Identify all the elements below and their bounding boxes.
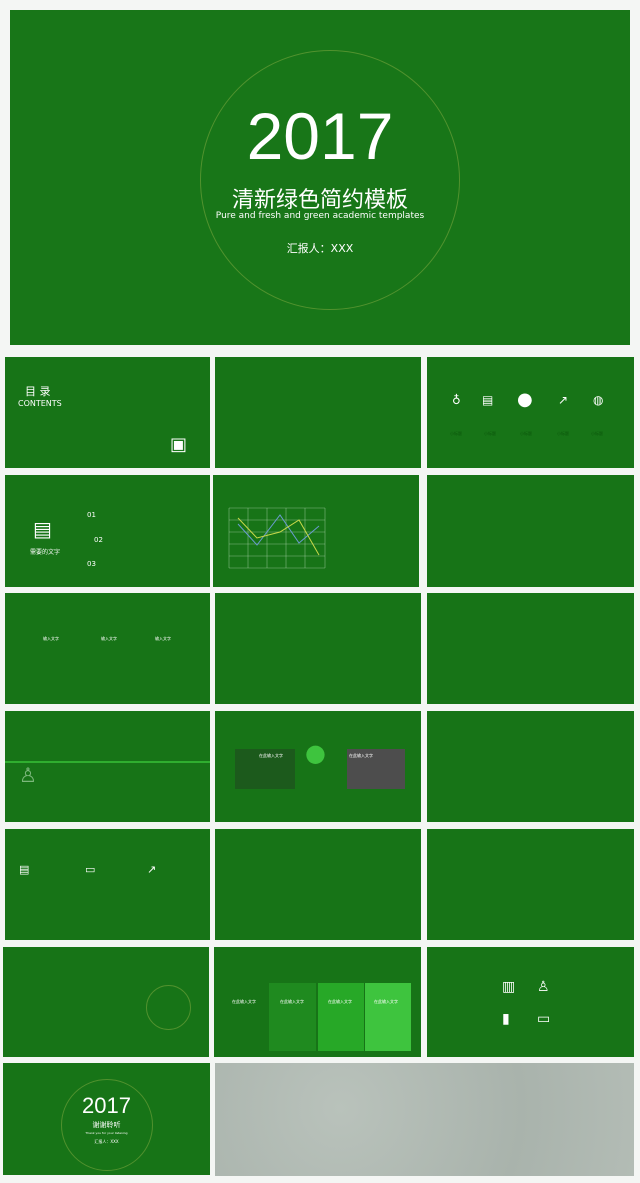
presenter-icon: ♙ xyxy=(537,979,550,995)
box-header: 输入文字 xyxy=(101,636,117,641)
table-column xyxy=(365,983,411,1051)
globe-icon: ◍ xyxy=(593,393,604,407)
computer-icon: ▭ xyxy=(537,1011,551,1027)
slide-three-icons[interactable]: ▤ ▭ ↗ xyxy=(5,829,210,940)
table-column xyxy=(269,983,316,1051)
texture-background xyxy=(215,1063,634,1176)
chart-up-icon: ↗ xyxy=(147,863,157,876)
panel-title: 在此输入文字 xyxy=(349,753,373,758)
icon-label: 小标题 xyxy=(591,431,603,436)
end-reporter: 汇报人：XXX xyxy=(94,1139,119,1144)
number: 01 xyxy=(87,511,96,519)
number: 02 xyxy=(94,536,103,544)
cover-year: 2017 xyxy=(246,99,394,173)
slide-section-1[interactable] xyxy=(215,357,421,468)
decorative-circle xyxy=(146,985,191,1030)
medal-icon: ♁ xyxy=(452,393,461,407)
slide-icons[interactable]: ♁ ▤ ● ↗ ◍ 小标题 小标题 小标题 小标题 小标题 xyxy=(427,357,634,468)
book-search-icon: ▤ xyxy=(482,393,494,407)
cover-title: 清新绿色简约模板 xyxy=(231,188,408,213)
book-search-icon: ▤ xyxy=(33,517,52,541)
column-header: 在此输入文字 xyxy=(374,999,398,1004)
presenter-icon: ♙ xyxy=(19,763,37,787)
icon-label: 小标题 xyxy=(557,431,569,436)
buildings-icon: ▥ xyxy=(502,979,516,995)
slide-line-chart[interactable] xyxy=(213,475,419,587)
slide-bulb[interactable]: 在此输入文字 在此输入文字 ● xyxy=(215,711,421,822)
slide-branches[interactable] xyxy=(215,593,421,704)
line-chart-graphic xyxy=(228,507,326,569)
number: 03 xyxy=(87,560,96,568)
person-icon: ● xyxy=(517,389,533,410)
icon-label: 小标题 xyxy=(520,431,532,436)
slide-numbered-list[interactable] xyxy=(3,947,209,1057)
slide-timeline[interactable]: ♙ xyxy=(5,711,210,822)
icon-label: 小标题 xyxy=(450,431,462,436)
column-header: 在此输入文字 xyxy=(232,999,256,1004)
slide-section-3[interactable] xyxy=(427,593,634,704)
cover-subtitle: Pure and fresh and green academic templa… xyxy=(215,211,425,221)
box-header: 输入文字 xyxy=(43,636,59,641)
end-title: 谢谢聆听 xyxy=(92,1121,121,1129)
slide-three-boxes[interactable]: 输入文字 输入文字 输入文字 xyxy=(5,593,210,704)
slide-thanks[interactable]: 2017 谢谢聆听 Thank you for your listening 汇… xyxy=(3,1063,210,1175)
caption: 需要的文字 xyxy=(30,549,61,556)
bar-chart-icon: ▮ xyxy=(502,1011,510,1027)
cover-reporter: 汇报人：XXX xyxy=(286,242,354,255)
toc-subtitle: CONTENTS xyxy=(18,399,62,408)
decorative-circle xyxy=(200,50,460,310)
chart-up-icon: ↗ xyxy=(558,393,569,407)
monitor-icon: ▭ xyxy=(85,863,96,876)
lightbulb-icon: ● xyxy=(305,739,326,767)
box-header: 输入文字 xyxy=(155,636,171,641)
slide-stars[interactable] xyxy=(427,711,634,822)
slide-section-4[interactable] xyxy=(427,829,634,940)
slide-table[interactable]: 在此输入文字 在此输入文字 在此输入文字 在此输入文字 xyxy=(214,947,421,1057)
touch-screen-icon: ▣ xyxy=(170,434,188,455)
end-subtitle: Thank you for your listening xyxy=(85,1131,128,1135)
column-header: 在此输入文字 xyxy=(328,999,352,1004)
icon-label: 小标题 xyxy=(484,431,496,436)
slide-cross[interactable] xyxy=(215,829,421,940)
cover-slide[interactable]: 2017 清新绿色简约模板 Pure and fresh and green a… xyxy=(10,10,630,345)
slide-four-icons[interactable]: ▥ ♙ ▮ ▭ xyxy=(427,947,634,1057)
column-header: 在此输入文字 xyxy=(280,999,304,1004)
slide-section-2[interactable] xyxy=(427,475,634,587)
slide-toc[interactable]: 目 录 CONTENTS ▣ xyxy=(5,357,210,468)
toc-title: 目 录 xyxy=(25,385,51,398)
panel-title: 在此输入文字 xyxy=(259,753,283,758)
end-year: 2017 xyxy=(82,1093,131,1118)
book-search-icon: ▤ xyxy=(19,863,30,876)
table-column xyxy=(318,983,364,1051)
slide-text-list[interactable]: ▤ 需要的文字 01 02 03 xyxy=(5,475,210,587)
